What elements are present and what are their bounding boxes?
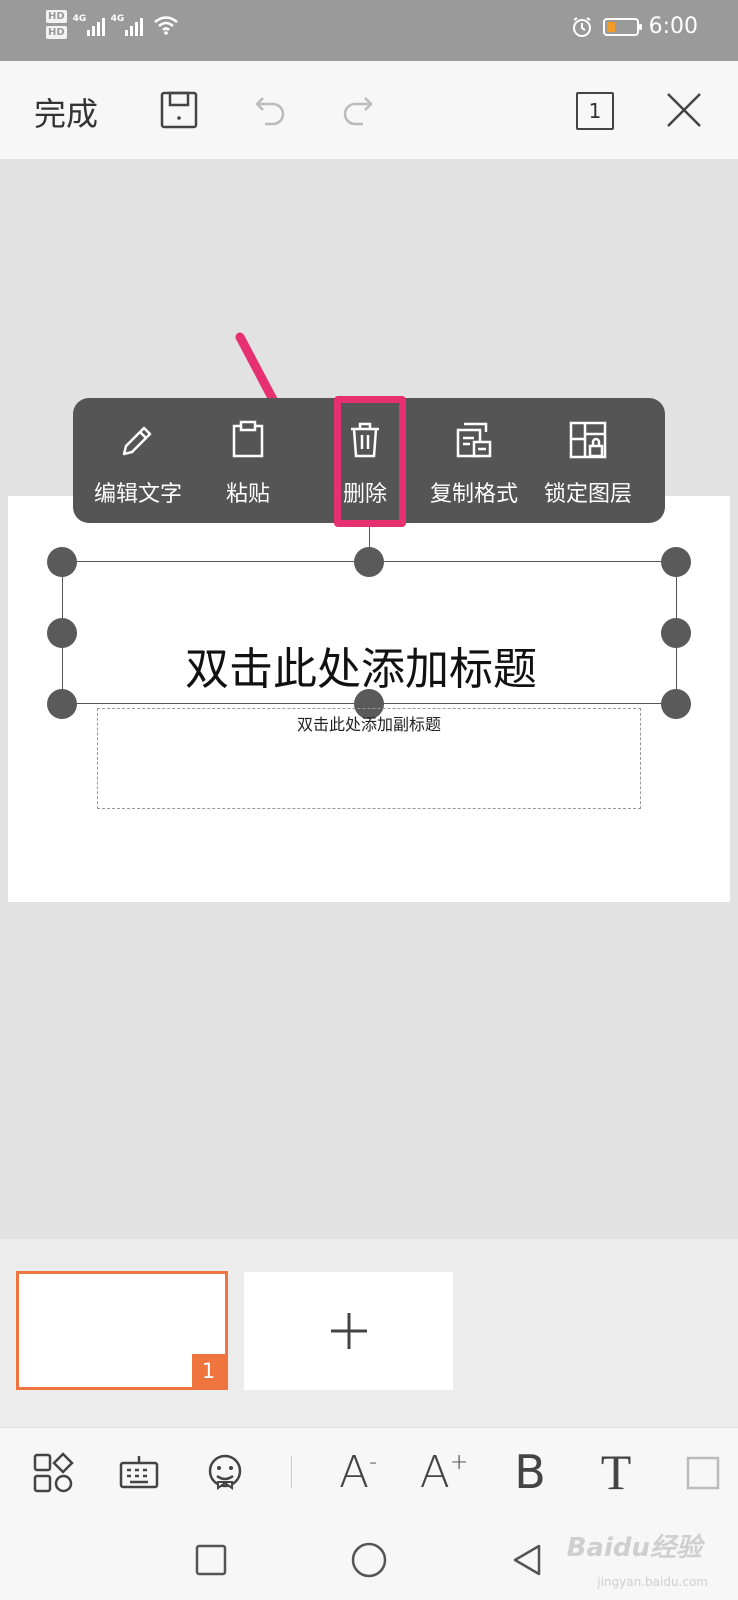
back-button[interactable]: [504, 1537, 550, 1583]
wifi-icon: [153, 15, 178, 35]
hd-indicators: HD HD: [46, 10, 67, 39]
undo-button[interactable]: [246, 87, 292, 133]
home-button[interactable]: [346, 1537, 392, 1583]
menu-item-edit-text[interactable]: 编辑文字: [83, 398, 193, 523]
lock-layer-icon: [569, 421, 607, 459]
emoji-button[interactable]: [198, 1446, 252, 1500]
copy-format-icon: [456, 422, 492, 458]
text-style-button[interactable]: T: [592, 1442, 640, 1502]
page-count-button[interactable]: 1: [576, 92, 614, 130]
signal-icon-2: 4G: [111, 14, 143, 36]
circle-icon: [351, 1542, 387, 1578]
square-icon: [195, 1544, 227, 1576]
undo-icon: [255, 97, 285, 126]
status-left: HD HD 4G 4G: [46, 10, 179, 39]
close-button[interactable]: [661, 87, 707, 133]
signal-icon-1: 4G: [73, 14, 105, 36]
menu-item-label: 删除: [342, 482, 387, 507]
context-menu: 编辑文字 粘贴 删除 复制格式 锁定图层: [73, 398, 665, 523]
bold-label: B: [514, 1445, 546, 1499]
more-tools-button[interactable]: [682, 1446, 722, 1500]
resize-handle-top-center[interactable]: [354, 547, 384, 577]
slide-number-badge: 1: [192, 1354, 225, 1387]
top-toolbar: 完成 1: [0, 61, 738, 159]
menu-item-label: 复制格式: [429, 482, 518, 507]
clock: 6:00: [648, 14, 698, 39]
triangle-back-icon: [513, 1544, 541, 1576]
hd-badge-2: HD: [46, 26, 67, 39]
hd-badge-1: HD: [46, 10, 67, 23]
close-icon: [667, 93, 701, 127]
status-right: 6:00: [571, 14, 698, 39]
done-button[interactable]: 完成: [34, 89, 98, 135]
status-bar: HD HD 4G 4G 6:00: [0, 0, 738, 61]
resize-handle-bottom-left[interactable]: [47, 689, 77, 719]
plus-icon: [330, 1313, 367, 1349]
recent-apps-button[interactable]: [188, 1537, 234, 1583]
font-increase-label: A: [419, 1446, 450, 1498]
font-decrease-label: A: [338, 1446, 370, 1498]
keyboard-icon: [119, 1456, 159, 1489]
save-icon: [160, 91, 198, 129]
editor-canvas[interactable]: 双击此处添加标题 双击此处添加副标题 编辑文字 粘贴 删除 复制格式 锁定图层: [0, 159, 738, 1239]
shape-icon: [686, 1456, 720, 1490]
keyboard-button[interactable]: [112, 1446, 166, 1500]
redo-button[interactable]: [336, 87, 382, 133]
watermark-url: jingyan.baidu.com: [597, 1575, 708, 1589]
subtitle-placeholder[interactable]: 双击此处添加副标题: [97, 711, 641, 735]
save-button[interactable]: [156, 87, 202, 133]
resize-handle-middle-left[interactable]: [47, 618, 77, 648]
layout-icon: [33, 1452, 74, 1493]
pencil-icon: [122, 426, 152, 456]
title-placeholder[interactable]: 双击此处添加标题: [0, 633, 722, 697]
menu-item-label: 编辑文字: [93, 482, 182, 507]
font-increase-button[interactable]: A +: [419, 1442, 469, 1502]
emoji-icon: [208, 1454, 242, 1490]
menu-item-label: 粘贴: [225, 482, 270, 507]
font-decrease-button[interactable]: A-: [334, 1442, 382, 1502]
menu-item-lock-layer[interactable]: 锁定图层: [533, 398, 643, 523]
watermark-logo: Baidu经验: [566, 1533, 702, 1563]
redo-icon: [343, 97, 373, 126]
menu-item-delete[interactable]: 删除: [329, 398, 401, 523]
menu-item-paste[interactable]: 粘贴: [203, 398, 293, 523]
resize-handle-top-right[interactable]: [661, 547, 691, 577]
system-navigation-bar: Baidu经验 jingyan.baidu.com: [0, 1517, 738, 1600]
text-style-label: T: [600, 1444, 632, 1500]
add-slide-button[interactable]: [244, 1272, 453, 1390]
slide-thumbnail[interactable]: 1: [16, 1271, 228, 1390]
bold-button[interactable]: B: [508, 1442, 552, 1502]
slide-thumbnail-strip: 1: [0, 1239, 738, 1427]
resize-handle-middle-right[interactable]: [661, 618, 691, 648]
menu-item-label: 锁定图层: [543, 482, 632, 507]
trash-icon: [351, 422, 379, 458]
battery-icon: [602, 17, 642, 36]
resize-handle-bottom-right[interactable]: [661, 689, 691, 719]
toolbar-divider: [291, 1456, 292, 1488]
resize-handle-top-left[interactable]: [47, 547, 77, 577]
alarm-icon: [572, 16, 591, 37]
layout-button[interactable]: [26, 1446, 80, 1500]
bottom-toolbar: A- A + B T: [0, 1427, 738, 1517]
menu-item-copy-format[interactable]: 复制格式: [419, 398, 529, 523]
clipboard-icon: [232, 420, 264, 458]
